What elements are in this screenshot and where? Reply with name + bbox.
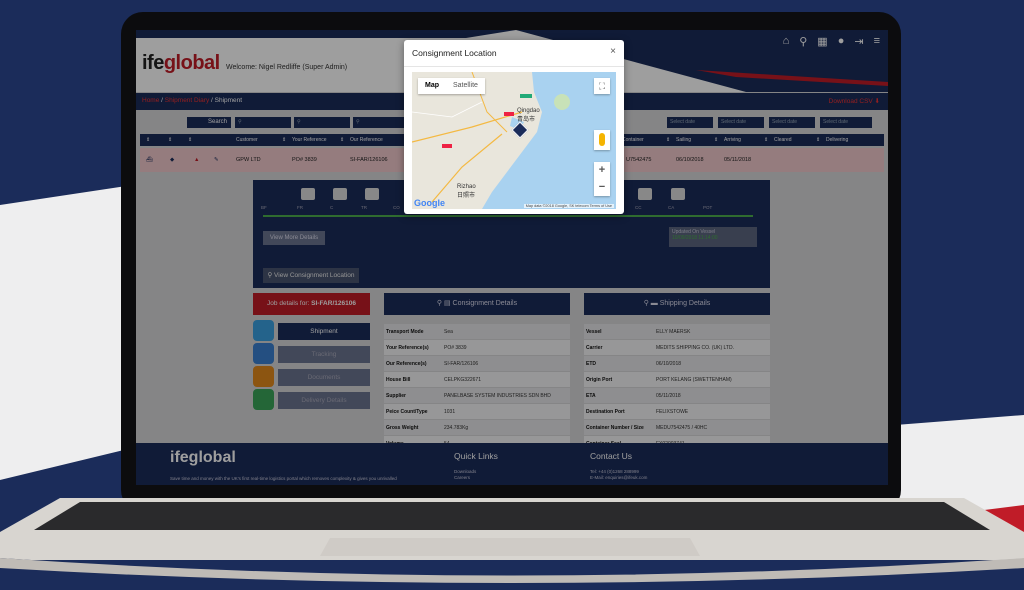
map-attribution[interactable]: Map data ©2018 Google, SK telecom Terms … xyxy=(523,204,614,208)
zoom-control: + − xyxy=(594,162,610,196)
map-city-label: Qingdao 青岛市 xyxy=(517,108,540,123)
zoom-out-button[interactable]: − xyxy=(594,179,610,196)
google-logo: Google xyxy=(414,198,445,208)
map-tab[interactable]: Map xyxy=(418,78,446,94)
fullscreen-icon[interactable]: ⛶ xyxy=(594,78,610,94)
modal-title: Consignment Location xyxy=(412,48,497,58)
map-view[interactable]: Qingdao 青岛市 Rizhao 日照市 Map Satellite ⛶ + −… xyxy=(412,72,616,209)
map-type-control: Map Satellite xyxy=(418,78,485,94)
consignment-location-modal: Consignment Location × Qingdao 青岛市 Rizhao… xyxy=(404,40,624,214)
street-view-pegman-icon[interactable] xyxy=(594,130,610,150)
laptop-base xyxy=(0,498,1024,590)
zoom-in-button[interactable]: + xyxy=(594,162,610,179)
close-icon[interactable]: × xyxy=(610,46,616,57)
satellite-tab[interactable]: Satellite xyxy=(446,78,485,94)
modal-divider xyxy=(404,66,624,67)
map-city-label: Rizhao 日照市 xyxy=(457,184,476,199)
